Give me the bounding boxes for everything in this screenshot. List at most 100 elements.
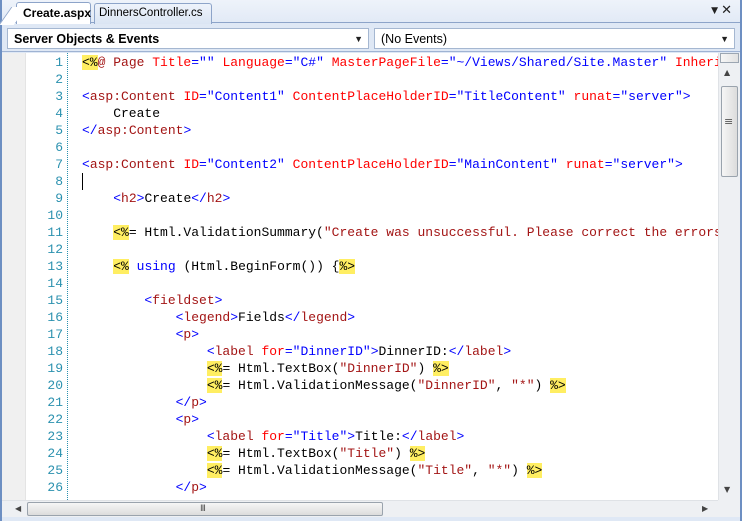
code-token: </ (448, 344, 465, 359)
code-line[interactable]: <label for="DinnerID">DinnerID:</label> (82, 343, 511, 360)
code-line[interactable]: </p> (82, 479, 207, 496)
line-number: 16 (47, 310, 63, 325)
code-token: asp:Content (97, 123, 184, 138)
code-token: ="" (191, 55, 223, 70)
code-token: > (183, 123, 192, 138)
code-token: > (456, 429, 465, 444)
horizontal-scroll-thumb[interactable]: III (27, 502, 383, 516)
events-dropdown[interactable]: (No Events) ▼ (374, 28, 735, 49)
horizontal-scrollbar[interactable]: ◀ III ▶ (2, 500, 718, 517)
code-line[interactable]: <legend>Fields</legend> (82, 309, 355, 326)
server-tag-delimiter: %> (550, 378, 566, 393)
code-token: , (472, 463, 488, 478)
close-icon[interactable]: ✕ (721, 3, 732, 18)
navigation-bar: Server Objects & Events ▼ (No Events) ▼ (2, 24, 740, 52)
window-bottom-border (2, 517, 740, 521)
code-token: </ (82, 480, 192, 495)
code-line[interactable]: <p> (82, 326, 199, 343)
vertical-scroll-thumb[interactable] (721, 86, 738, 177)
code-token: h2 (121, 191, 137, 206)
line-number: 1 (55, 55, 63, 70)
line-number: 25 (47, 463, 63, 478)
code-token: </ (401, 429, 418, 444)
code-token: ID (175, 157, 200, 172)
code-token: < (82, 310, 184, 325)
line-number: 9 (55, 191, 63, 206)
code-area[interactable]: <%@ Page Title="" Language="C#" MasterPa… (82, 53, 718, 500)
code-token: > (347, 429, 356, 444)
code-token: = Html.ValidationSummary( (128, 225, 324, 240)
scroll-down-arrow-icon[interactable]: ▼ (724, 485, 730, 494)
code-token: ) (534, 378, 551, 393)
vertical-scrollbar[interactable]: ▲ ≡ ▼ (718, 53, 740, 500)
code-token: DinnerID: (378, 344, 449, 359)
code-line[interactable]: </asp:Content> (82, 122, 191, 139)
code-line[interactable]: Create (82, 105, 160, 122)
code-token: </ (284, 310, 301, 325)
code-line[interactable]: <%= Html.TextBox("Title") %> (82, 445, 426, 462)
split-handle[interactable] (720, 53, 739, 63)
code-line[interactable]: <h2>Create</h2> (82, 190, 230, 207)
code-token: Title (152, 55, 192, 70)
code-editor[interactable]: 1 2 3 4 5 6 7 8 9 10 11 12 13 14 15 16 17 18 19 20 21 22 23 24 2… (2, 53, 740, 500)
code-token: < (82, 412, 184, 427)
scrollbar-corner (718, 500, 740, 517)
code-token: ="~/Views/Shared/Site.Master" (440, 55, 675, 70)
server-tag-delimiter: <% (113, 225, 129, 240)
line-number: 6 (55, 140, 63, 155)
code-token: runat (565, 89, 613, 104)
code-token: > (191, 327, 200, 342)
code-line[interactable]: </p> (82, 394, 207, 411)
code-token: < (82, 429, 215, 444)
code-token: ) (417, 361, 434, 376)
server-objects-dropdown[interactable]: Server Objects & Events ▼ (7, 28, 369, 49)
code-token: legend (183, 310, 231, 325)
code-token: using (136, 259, 176, 274)
code-token: = Html.ValidationMessage( (222, 378, 418, 393)
code-token: ="MainContent" (448, 157, 558, 172)
tab-dinners-controller-cs[interactable]: DinnersController.cs (94, 3, 212, 24)
code-token: < (82, 157, 90, 172)
tab-create-aspx[interactable]: Create.aspx (16, 2, 91, 24)
code-line[interactable]: <% using (Html.BeginForm()) {%> (82, 258, 356, 275)
code-token: = Html.ValidationMessage( (222, 463, 418, 478)
code-token: label (417, 429, 457, 444)
code-line[interactable]: <%= Html.ValidationSummary("Create was u… (82, 224, 718, 241)
code-token: </ (82, 123, 98, 138)
code-token: Language (222, 55, 285, 70)
line-number: 20 (47, 378, 63, 393)
code-line[interactable]: <asp:Content ID="Content2" ContentPlaceH… (82, 156, 683, 173)
code-line[interactable]: <p> (82, 411, 199, 428)
scroll-left-arrow-icon[interactable]: ◀ (15, 504, 21, 513)
code-token: > (199, 395, 207, 410)
code-token: "Title" (339, 446, 395, 461)
code-token: "Title" (417, 463, 473, 478)
line-number: 12 (47, 242, 63, 257)
code-line[interactable]: <%= Html.TextBox("DinnerID") %> (82, 360, 449, 377)
code-line[interactable]: <asp:Content ID="Content1" ContentPlaceH… (82, 88, 691, 105)
code-token: > (674, 157, 683, 172)
code-line[interactable]: <fieldset> (82, 292, 222, 309)
code-token: > (347, 310, 356, 325)
line-number: 19 (47, 361, 63, 376)
code-line[interactable]: <%@ Page Title="" Language="C#" MasterPa… (82, 54, 718, 71)
code-line[interactable]: <label for="Title">Title:</label> (82, 428, 465, 445)
code-token: for (253, 344, 285, 359)
code-token: < (82, 327, 184, 342)
chevron-down-icon: ▼ (354, 34, 363, 44)
dropdown-arrow-icon[interactable]: ▼ (711, 6, 718, 16)
code-token: ="Title" (284, 429, 348, 444)
code-line[interactable]: <%= Html.ValidationMessage("Title", "*")… (82, 462, 543, 479)
server-tag-delimiter: <% (82, 55, 98, 70)
scroll-up-arrow-icon[interactable]: ▲ (724, 68, 730, 77)
code-line[interactable]: <%= Html.ValidationMessage("DinnerID", "… (82, 377, 566, 394)
code-token: Fields (238, 310, 285, 325)
scroll-right-arrow-icon[interactable]: ▶ (702, 504, 708, 513)
code-token: label (214, 429, 254, 444)
server-tag-delimiter: <% (206, 463, 223, 478)
code-token: > (222, 191, 231, 206)
